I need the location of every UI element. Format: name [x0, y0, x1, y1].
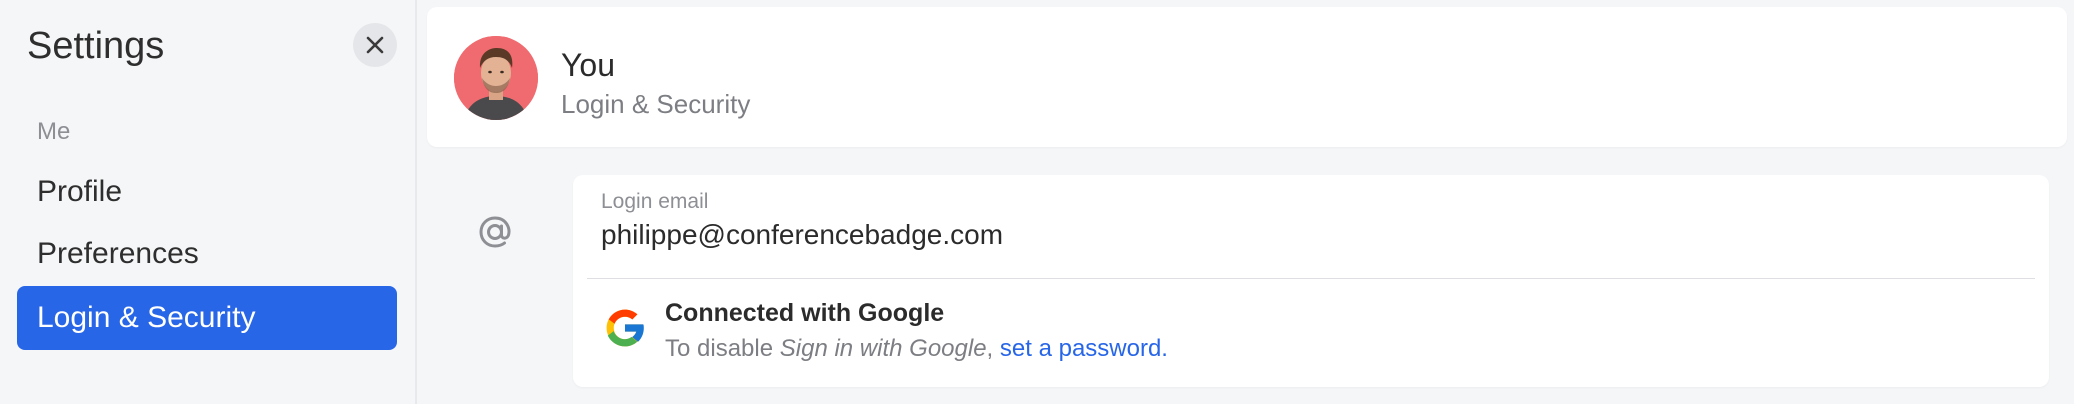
- header-name: You: [561, 47, 615, 83]
- account-header-card: You Login & Security: [427, 7, 2067, 147]
- at-sign-icon: [475, 212, 515, 252]
- user-avatar-photo: [454, 36, 538, 120]
- google-disable-hint: To disable Sign in with Google, set a pa…: [665, 334, 1168, 364]
- login-email-value: philippe@conferencebadge.com: [601, 219, 1004, 250]
- sidebar-item-profile[interactable]: Profile: [17, 160, 397, 224]
- sidebar-item-login-security[interactable]: Login & Security: [17, 286, 397, 350]
- close-button[interactable]: [353, 23, 397, 67]
- section-label-me: Me: [37, 118, 71, 145]
- settings-sidebar: Settings Me Profile Preferences Login & …: [0, 0, 417, 404]
- sidebar-item-preferences[interactable]: Preferences: [17, 222, 397, 286]
- close-icon: [366, 36, 384, 54]
- sidebar-title: Settings: [27, 25, 165, 67]
- header-subtitle: Login & Security: [561, 89, 751, 119]
- google-connected-title: Connected with Google: [665, 299, 945, 327]
- set-password-link[interactable]: set a password.: [1000, 335, 1168, 362]
- hint-italic: Sign in with Google: [779, 335, 987, 362]
- google-logo-icon: [601, 304, 649, 352]
- divider: [587, 278, 2035, 279]
- login-email-label: Login email: [601, 190, 709, 213]
- sidebar-item-label: Login & Security: [37, 301, 256, 334]
- hint-prefix: To disable: [665, 335, 780, 362]
- login-email-card: Login email philippe@conferencebadge.com…: [573, 175, 2049, 387]
- avatar: [454, 36, 538, 120]
- sidebar-item-label: Preferences: [37, 237, 199, 270]
- hint-separator: ,: [986, 335, 1000, 362]
- sidebar-item-label: Profile: [37, 175, 123, 208]
